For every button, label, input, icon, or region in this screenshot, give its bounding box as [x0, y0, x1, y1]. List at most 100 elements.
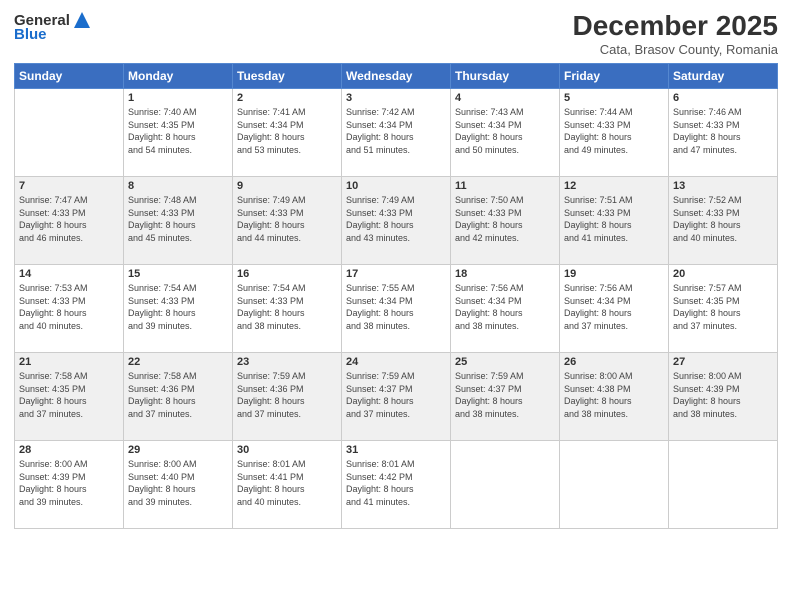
calendar-day-cell: 3 Sunrise: 7:42 AM Sunset: 4:34 PM Daylig…: [342, 89, 451, 177]
calendar-day-cell: 8Sunrise: 7:48 AM Sunset: 4:33 PM Daylig…: [124, 177, 233, 265]
location-title: Cata, Brasov County, Romania: [573, 42, 778, 57]
day-number: 19: [564, 268, 664, 280]
weekday-header-saturday: Saturday: [669, 64, 778, 89]
month-title: December 2025: [573, 10, 778, 42]
weekday-header-monday: Monday: [124, 64, 233, 89]
calendar-day-cell: 25 Sunrise: 7:59 AM Sunset: 4:37 PM Dayli…: [451, 353, 560, 441]
day-number: 12: [564, 180, 664, 192]
calendar-day-cell: 26 Sunrise: 8:00 AM Sunset: 4:38 PM Dayli…: [560, 353, 669, 441]
day-info: Sunrise: 7:55 AM Sunset: 4:34 PM Dayligh…: [346, 282, 446, 332]
calendar-day-cell: [451, 441, 560, 529]
day-info: Sunrise: 7:57 AM Sunset: 4:35 PM Dayligh…: [673, 282, 773, 332]
day-number: 1: [128, 92, 228, 104]
day-number: 31: [346, 444, 446, 456]
logo-blue-text: Blue: [14, 26, 47, 43]
calendar-day-cell: 23 Sunrise: 7:59 AM Sunset: 4:36 PM Dayli…: [233, 353, 342, 441]
calendar-day-cell: 10Sunrise: 7:49 AM Sunset: 4:33 PM Dayli…: [342, 177, 451, 265]
day-info: Sunrise: 7:59 AM Sunset: 4:36 PM Dayligh…: [237, 370, 337, 420]
day-number: 7: [19, 180, 119, 192]
day-info: Sunrise: 8:00 AM Sunset: 4:38 PM Dayligh…: [564, 370, 664, 420]
day-info: Sunrise: 7:43 AM Sunset: 4:34 PM Dayligh…: [455, 106, 555, 156]
day-info: Sunrise: 7:56 AM Sunset: 4:34 PM Dayligh…: [564, 282, 664, 332]
day-number: 6: [673, 92, 773, 104]
day-info: Sunrise: 7:54 AM Sunset: 4:33 PM Dayligh…: [128, 282, 228, 332]
calendar-day-cell: 12 Sunrise: 7:51 AM Sunset: 4:33 PM Dayli…: [560, 177, 669, 265]
calendar-table: SundayMondayTuesdayWednesdayThursdayFrid…: [14, 63, 778, 529]
day-info: Sunrise: 7:54 AM Sunset: 4:33 PM Dayligh…: [237, 282, 337, 332]
calendar-day-cell: 6 Sunrise: 7:46 AM Sunset: 4:33 PM Daylig…: [669, 89, 778, 177]
day-number: 29: [128, 444, 228, 456]
day-info: Sunrise: 7:40 AM Sunset: 4:35 PM Dayligh…: [128, 106, 228, 156]
title-block: December 2025 Cata, Brasov County, Roman…: [573, 10, 778, 57]
day-info: Sunrise: 8:00 AM Sunset: 4:40 PM Dayligh…: [128, 458, 228, 508]
day-number: 5: [564, 92, 664, 104]
day-info: Sunrise: 7:59 AM Sunset: 4:37 PM Dayligh…: [346, 370, 446, 420]
day-number: 24: [346, 356, 446, 368]
day-info: Sunrise: 7:42 AM Sunset: 4:34 PM Dayligh…: [346, 106, 446, 156]
calendar-day-cell: 27Sunrise: 8:00 AM Sunset: 4:39 PM Dayli…: [669, 353, 778, 441]
calendar-day-cell: [669, 441, 778, 529]
day-info: Sunrise: 8:01 AM Sunset: 4:41 PM Dayligh…: [237, 458, 337, 508]
calendar-day-cell: 2Sunrise: 7:41 AM Sunset: 4:34 PM Daylig…: [233, 89, 342, 177]
calendar-day-cell: 31 Sunrise: 8:01 AM Sunset: 4:42 PM Dayli…: [342, 441, 451, 529]
calendar-day-cell: 30Sunrise: 8:01 AM Sunset: 4:41 PM Dayli…: [233, 441, 342, 529]
weekday-header-row: SundayMondayTuesdayWednesdayThursdayFrid…: [15, 64, 778, 89]
calendar-day-cell: 16 Sunrise: 7:54 AM Sunset: 4:33 PM Dayli…: [233, 265, 342, 353]
logo-icon: [72, 10, 92, 30]
day-number: 9: [237, 180, 337, 192]
calendar-day-cell: 21 Sunrise: 7:58 AM Sunset: 4:35 PM Dayli…: [15, 353, 124, 441]
calendar-day-cell: 15 Sunrise: 7:54 AM Sunset: 4:33 PM Dayli…: [124, 265, 233, 353]
calendar-day-cell: 4 Sunrise: 7:43 AM Sunset: 4:34 PM Daylig…: [451, 89, 560, 177]
day-info: Sunrise: 7:51 AM Sunset: 4:33 PM Dayligh…: [564, 194, 664, 244]
day-number: 14: [19, 268, 119, 280]
day-number: 3: [346, 92, 446, 104]
day-info: Sunrise: 7:49 AM Sunset: 4:33 PM Dayligh…: [346, 194, 446, 244]
calendar-day-cell: 11Sunrise: 7:50 AM Sunset: 4:33 PM Dayli…: [451, 177, 560, 265]
calendar-week-row: 28 Sunrise: 8:00 AM Sunset: 4:39 PM Dayli…: [15, 441, 778, 529]
day-info: Sunrise: 7:47 AM Sunset: 4:33 PM Dayligh…: [19, 194, 119, 244]
calendar-day-cell: 28 Sunrise: 8:00 AM Sunset: 4:39 PM Dayli…: [15, 441, 124, 529]
day-number: 2: [237, 92, 337, 104]
logo: General Blue: [14, 10, 92, 43]
day-number: 4: [455, 92, 555, 104]
day-info: Sunrise: 7:52 AM Sunset: 4:33 PM Dayligh…: [673, 194, 773, 244]
day-info: Sunrise: 7:56 AM Sunset: 4:34 PM Dayligh…: [455, 282, 555, 332]
calendar-day-cell: 17 Sunrise: 7:55 AM Sunset: 4:34 PM Dayli…: [342, 265, 451, 353]
day-number: 28: [19, 444, 119, 456]
calendar-day-cell: 13 Sunrise: 7:52 AM Sunset: 4:33 PM Dayli…: [669, 177, 778, 265]
calendar-day-cell: 22Sunrise: 7:58 AM Sunset: 4:36 PM Dayli…: [124, 353, 233, 441]
day-number: 26: [564, 356, 664, 368]
day-number: 18: [455, 268, 555, 280]
calendar-day-cell: 19 Sunrise: 7:56 AM Sunset: 4:34 PM Dayli…: [560, 265, 669, 353]
day-number: 25: [455, 356, 555, 368]
day-info: Sunrise: 7:58 AM Sunset: 4:36 PM Dayligh…: [128, 370, 228, 420]
calendar-day-cell: 7 Sunrise: 7:47 AM Sunset: 4:33 PM Daylig…: [15, 177, 124, 265]
weekday-header-friday: Friday: [560, 64, 669, 89]
day-info: Sunrise: 8:00 AM Sunset: 4:39 PM Dayligh…: [19, 458, 119, 508]
day-number: 20: [673, 268, 773, 280]
day-number: 17: [346, 268, 446, 280]
day-number: 13: [673, 180, 773, 192]
calendar-week-row: 1 Sunrise: 7:40 AM Sunset: 4:35 PM Daylig…: [15, 89, 778, 177]
day-number: 11: [455, 180, 555, 192]
weekday-header-sunday: Sunday: [15, 64, 124, 89]
day-number: 23: [237, 356, 337, 368]
calendar-week-row: 21 Sunrise: 7:58 AM Sunset: 4:35 PM Dayli…: [15, 353, 778, 441]
day-info: Sunrise: 7:46 AM Sunset: 4:33 PM Dayligh…: [673, 106, 773, 156]
day-info: Sunrise: 8:01 AM Sunset: 4:42 PM Dayligh…: [346, 458, 446, 508]
day-number: 15: [128, 268, 228, 280]
calendar-day-cell: 18 Sunrise: 7:56 AM Sunset: 4:34 PM Dayli…: [451, 265, 560, 353]
day-info: Sunrise: 7:59 AM Sunset: 4:37 PM Dayligh…: [455, 370, 555, 420]
calendar-day-cell: 24 Sunrise: 7:59 AM Sunset: 4:37 PM Dayli…: [342, 353, 451, 441]
calendar-day-cell: [560, 441, 669, 529]
weekday-header-thursday: Thursday: [451, 64, 560, 89]
day-info: Sunrise: 8:00 AM Sunset: 4:39 PM Dayligh…: [673, 370, 773, 420]
day-number: 8: [128, 180, 228, 192]
calendar-day-cell: 5Sunrise: 7:44 AM Sunset: 4:33 PM Daylig…: [560, 89, 669, 177]
day-number: 16: [237, 268, 337, 280]
page-container: General Blue December 2025 Cata, Brasov …: [0, 0, 792, 612]
day-number: 21: [19, 356, 119, 368]
day-info: Sunrise: 7:58 AM Sunset: 4:35 PM Dayligh…: [19, 370, 119, 420]
calendar-day-cell: 29 Sunrise: 8:00 AM Sunset: 4:40 PM Dayli…: [124, 441, 233, 529]
calendar-day-cell: 20 Sunrise: 7:57 AM Sunset: 4:35 PM Dayli…: [669, 265, 778, 353]
